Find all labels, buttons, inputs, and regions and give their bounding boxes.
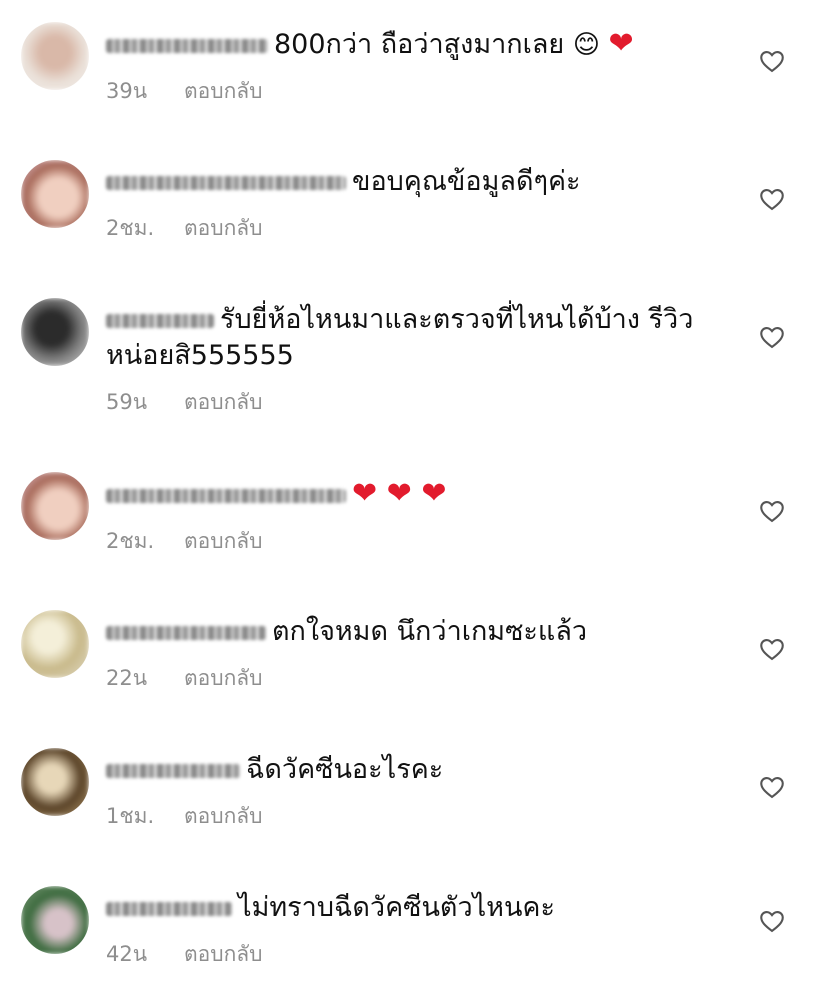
comment-body-line2: หน่อยสิ555555 [106, 340, 294, 371]
avatar[interactable] [21, 886, 89, 954]
comment-list: 800กว่า ถือว่าสูงมากเลย 😊 ❤ 39น ตอบกลับ ข… [0, 0, 828, 982]
comment-text: ฉีดวัคซีนอะไรคะ [246, 754, 444, 785]
comment-meta: 39น ตอบกลับ [106, 75, 706, 108]
username-blurred[interactable] [106, 763, 240, 778]
reply-button[interactable]: ตอบกลับ [184, 525, 263, 558]
comment-meta: 42น ตอบกลับ [106, 938, 706, 971]
username-blurred[interactable] [106, 901, 232, 916]
username-blurred[interactable] [106, 313, 214, 328]
username-blurred[interactable] [106, 38, 268, 53]
reply-button[interactable]: ตอบกลับ [184, 212, 263, 245]
comment-meta: 2ชม. ตอบกลับ [106, 212, 706, 245]
comment-time: 2ชม. [106, 216, 155, 240]
username-blurred[interactable] [106, 488, 346, 503]
comment-meta: 59น ตอบกลับ [106, 386, 706, 419]
smile-emoji: 😊 [572, 30, 600, 60]
like-heart-icon[interactable] [758, 773, 786, 801]
reply-button[interactable]: ตอบกลับ [184, 800, 263, 833]
comment-text: ตกใจหมด นึกว่าเกมซะแล้ว [272, 616, 588, 647]
comment-time: 59น [106, 390, 148, 414]
avatar[interactable] [21, 472, 89, 540]
comment-text: 800กว่า ถือว่าสูงมากเลย [274, 29, 565, 60]
like-heart-icon[interactable] [758, 907, 786, 935]
comment-body: ฉีดวัคซีนอะไรคะ [106, 752, 706, 788]
comment-meta: 1ชม. ตอบกลับ [106, 800, 706, 833]
comment-time: 2ชม. [106, 529, 155, 553]
comment-meta: 22น ตอบกลับ [106, 662, 706, 695]
comment-body: ขอบคุณข้อมูลดีๆค่ะ [106, 164, 706, 200]
heart-emoji: ❤ [608, 26, 634, 61]
username-blurred[interactable] [106, 175, 346, 190]
avatar[interactable] [21, 160, 89, 228]
like-heart-icon[interactable] [758, 323, 786, 351]
comment-time: 22น [106, 666, 148, 690]
comment-body: 800กว่า ถือว่าสูงมากเลย 😊 ❤ [106, 26, 706, 63]
reply-button[interactable]: ตอบกลับ [184, 386, 263, 419]
comment-time: 1ชม. [106, 804, 155, 828]
avatar[interactable] [21, 748, 89, 816]
like-heart-icon[interactable] [758, 635, 786, 663]
comment-body: ตกใจหมด นึกว่าเกมซะแล้ว [106, 614, 706, 650]
comment-time: 42น [106, 942, 148, 966]
avatar[interactable] [21, 610, 89, 678]
comment-text: ขอบคุณข้อมูลดีๆค่ะ [352, 166, 581, 197]
comment-text: รับยี่ห้อไหนมาและตรวจที่ไหนได้บ้าง รีวิว [220, 304, 694, 335]
like-heart-icon[interactable] [758, 47, 786, 75]
heart-emojis: ❤ ❤ ❤ [352, 476, 447, 511]
comment-meta: 2ชม. ตอบกลับ [106, 525, 706, 558]
like-heart-icon[interactable] [758, 497, 786, 525]
comment-time: 39น [106, 79, 148, 103]
comment-body: ไม่ทราบฉีดวัคซีนตัวไหนคะ [106, 890, 706, 926]
reply-button[interactable]: ตอบกลับ [184, 662, 263, 695]
like-heart-icon[interactable] [758, 185, 786, 213]
avatar[interactable] [21, 22, 89, 90]
reply-button[interactable]: ตอบกลับ [184, 75, 263, 108]
reply-button[interactable]: ตอบกลับ [184, 938, 263, 971]
comment-text: ไม่ทราบฉีดวัคซีนตัวไหนคะ [238, 892, 555, 923]
comment-body: รับยี่ห้อไหนมาและตรวจที่ไหนได้บ้าง รีวิว [106, 302, 706, 338]
avatar[interactable] [21, 298, 89, 366]
comment-body: ❤ ❤ ❤ [106, 476, 706, 513]
username-blurred[interactable] [106, 625, 266, 640]
